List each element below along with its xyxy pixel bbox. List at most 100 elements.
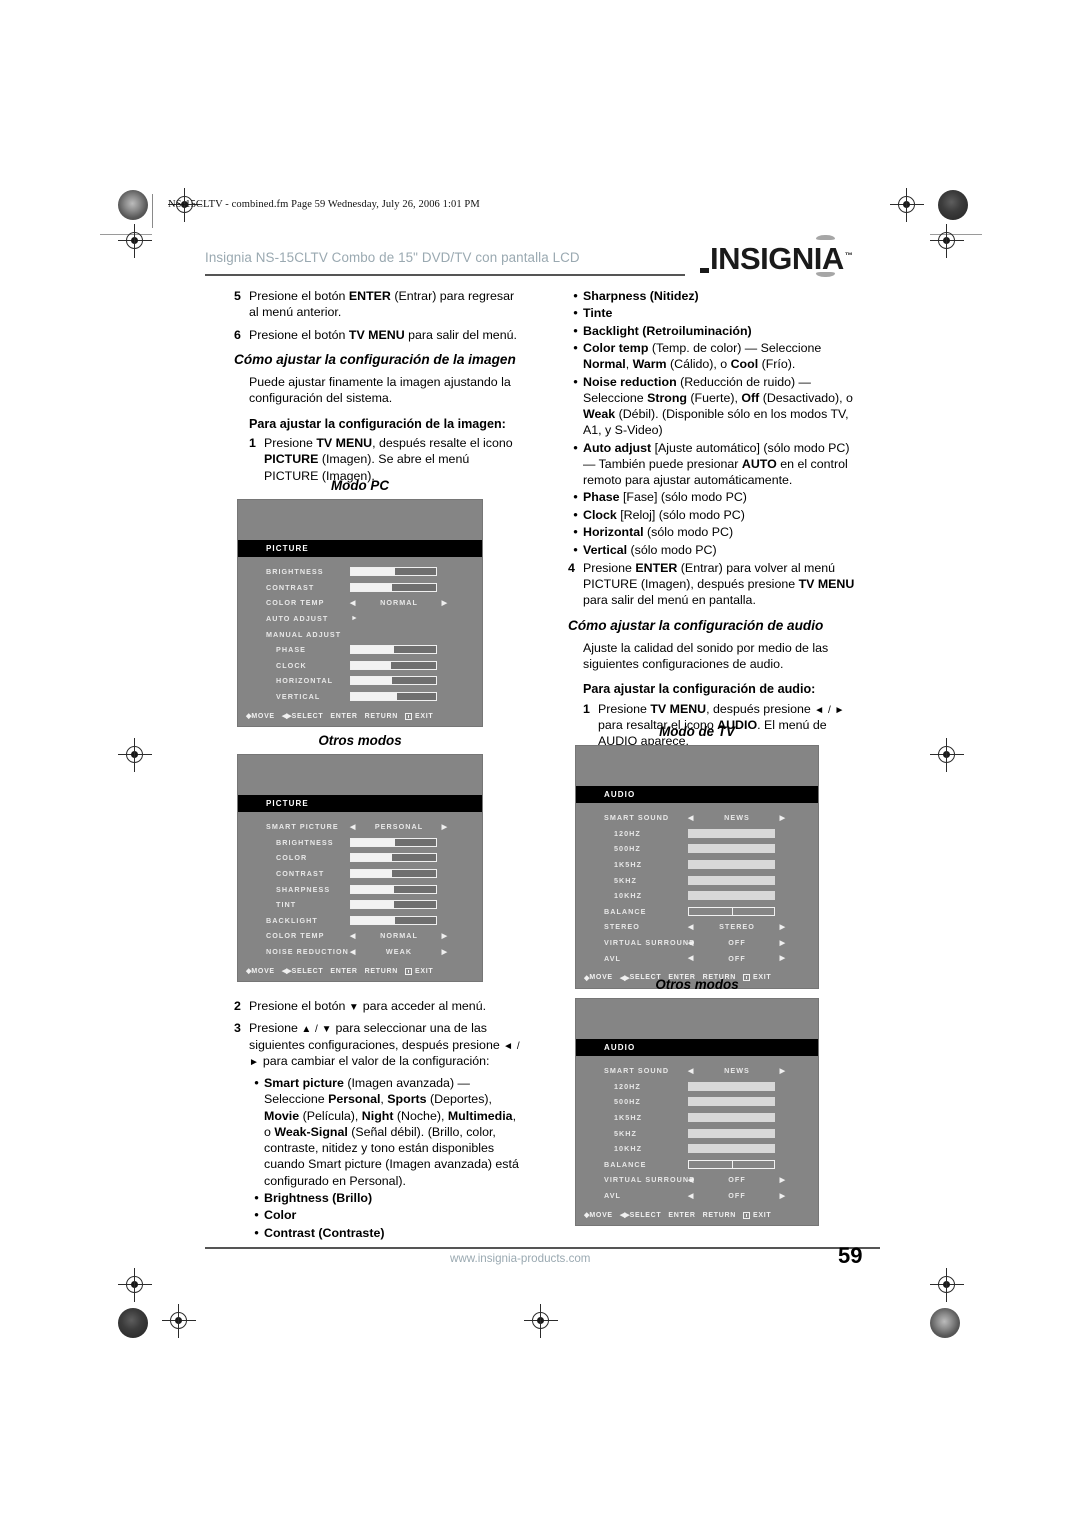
osd-row-control[interactable]: [688, 1128, 818, 1138]
osd-row-control[interactable]: [350, 915, 482, 925]
osd-menu-row[interactable]: NOISE REDUCTION ◀ WEAK ▶: [238, 944, 482, 960]
osd-row-control[interactable]: [350, 660, 482, 670]
right-arrow-icon[interactable]: ▶: [780, 1176, 786, 1184]
osd-option-selector[interactable]: ◀ NORMAL ▶: [350, 598, 448, 607]
osd-row-control[interactable]: [688, 828, 818, 838]
osd-row-control[interactable]: ◀ NORMAL ▶: [350, 598, 482, 607]
osd-row-control[interactable]: [350, 692, 482, 702]
right-arrow-icon[interactable]: ▶: [780, 1067, 786, 1075]
osd-row-control[interactable]: [688, 875, 818, 885]
osd-menu-row[interactable]: AUTO ADJUST ►: [238, 611, 482, 627]
right-arrow-icon[interactable]: ▶: [780, 1192, 786, 1200]
osd-menu-row[interactable]: 5KHZ: [576, 872, 818, 888]
osd-footer-item[interactable]: EXIT: [405, 967, 433, 975]
osd-slider[interactable]: [350, 692, 437, 702]
osd-menu-row[interactable]: 5KHZ: [576, 1125, 818, 1141]
osd-eq-bar[interactable]: [688, 875, 775, 885]
osd-menu-row[interactable]: HORIZONTAL: [238, 673, 482, 689]
osd-footer-item[interactable]: RETURN: [365, 713, 398, 720]
osd-slider[interactable]: [350, 582, 437, 592]
osd-row-control[interactable]: ◀ OFF ▶: [688, 954, 818, 963]
osd-row-control[interactable]: ◀ OFF ▶: [688, 1175, 818, 1184]
osd-option-selector[interactable]: ◀ OFF ▶: [688, 938, 786, 947]
osd-eq-bar[interactable]: [688, 1081, 775, 1091]
osd-row-control[interactable]: ◀ OFF ▶: [688, 938, 818, 947]
osd-row-control[interactable]: [350, 869, 482, 879]
osd-eq-bar[interactable]: [688, 828, 775, 838]
osd-row-control[interactable]: [350, 884, 482, 894]
osd-footer-item[interactable]: ◀▶ SELECT: [282, 712, 324, 721]
osd-menu-row[interactable]: 500HZ: [576, 1094, 818, 1110]
osd-menu-row[interactable]: AVL ◀ OFF ▶: [576, 950, 818, 966]
osd-menu-row[interactable]: SMART SOUND ◀ NEWS ▶: [576, 810, 818, 826]
osd-footer-item[interactable]: ◆ MOVE: [246, 967, 275, 976]
osd-menu-row[interactable]: BRIGHTNESS: [238, 835, 482, 851]
osd-menu-row[interactable]: PHASE: [238, 642, 482, 658]
osd-slider[interactable]: [350, 900, 437, 910]
right-arrow-icon[interactable]: ▶: [780, 939, 786, 947]
osd-option-selector[interactable]: ◀ NEWS ▶: [688, 1066, 786, 1075]
osd-footer-item[interactable]: ENTER: [330, 968, 357, 975]
osd-menu-row[interactable]: 500HZ: [576, 841, 818, 857]
osd-footer-item[interactable]: ◀▶ SELECT: [620, 1211, 662, 1220]
osd-slider[interactable]: [350, 915, 437, 925]
osd-footer-item[interactable]: EXIT: [405, 712, 433, 720]
osd-eq-bar[interactable]: [688, 860, 775, 870]
osd-row-control[interactable]: [688, 860, 818, 870]
osd-slider[interactable]: [350, 853, 437, 863]
osd-footer-item[interactable]: RETURN: [365, 968, 398, 975]
right-arrow-icon[interactable]: ▶: [442, 599, 448, 607]
right-arrow-icon[interactable]: ▶: [780, 954, 786, 962]
osd-menu-row[interactable]: 10KHZ: [576, 888, 818, 904]
osd-option-selector[interactable]: ◀ NORMAL ▶: [350, 931, 448, 940]
osd-row-control[interactable]: [688, 1113, 818, 1123]
osd-option-selector[interactable]: ◀ OFF ▶: [688, 1175, 786, 1184]
osd-slider[interactable]: [350, 645, 437, 655]
right-arrow-icon[interactable]: ▶: [442, 823, 448, 831]
osd-footer-item[interactable]: EXIT: [743, 1211, 771, 1219]
osd-row-control[interactable]: [350, 676, 482, 686]
osd-menu-row[interactable]: AVL ◀ OFF ▶: [576, 1188, 818, 1204]
osd-option-selector[interactable]: ◀ OFF ▶: [688, 954, 786, 963]
osd-row-control[interactable]: [350, 837, 482, 847]
osd-eq-bar[interactable]: [688, 1113, 775, 1123]
osd-menu-row[interactable]: 1K5HZ: [576, 1110, 818, 1126]
osd-menu-row[interactable]: BALANCE: [576, 904, 818, 920]
osd-row-control[interactable]: ◀ NEWS ▶: [688, 813, 818, 822]
osd-menu-row[interactable]: SHARPNESS: [238, 881, 482, 897]
osd-row-control[interactable]: [688, 1159, 818, 1169]
osd-menu-row[interactable]: VIRTUAL SURROUND ◀ OFF ▶: [576, 935, 818, 951]
osd-menu-row[interactable]: CLOCK: [238, 658, 482, 674]
osd-footer-item[interactable]: ◆ MOVE: [584, 1211, 613, 1220]
osd-menu-row[interactable]: CONTRAST: [238, 866, 482, 882]
osd-menu-row[interactable]: BACKLIGHT: [238, 913, 482, 929]
osd-row-control[interactable]: [350, 645, 482, 655]
osd-menu-row[interactable]: VIRTUAL SURROUND ◀ OFF ▶: [576, 1172, 818, 1188]
osd-menu-row[interactable]: BRIGHTNESS: [238, 564, 482, 580]
right-arrow-icon[interactable]: ►: [350, 615, 359, 622]
osd-row-control[interactable]: ◀ STEREO ▶: [688, 922, 818, 931]
osd-balance-slider[interactable]: [688, 906, 775, 916]
osd-menu-row[interactable]: VERTICAL: [238, 689, 482, 705]
osd-option-selector[interactable]: ◀ PERSONAL ▶: [350, 822, 448, 831]
osd-row-control[interactable]: ◀ NEWS ▶: [688, 1066, 818, 1075]
osd-row-control[interactable]: [688, 1081, 818, 1091]
osd-slider[interactable]: [350, 567, 437, 577]
osd-option-selector[interactable]: ◀ STEREO ▶: [688, 922, 786, 931]
osd-menu-row[interactable]: 120HZ: [576, 1079, 818, 1095]
osd-footer-item[interactable]: ◀▶ SELECT: [282, 967, 324, 976]
osd-row-control[interactable]: [688, 844, 818, 854]
osd-option-selector[interactable]: ◀ WEAK ▶: [350, 947, 448, 956]
osd-eq-bar[interactable]: [688, 1097, 775, 1107]
osd-row-control[interactable]: [350, 567, 482, 577]
osd-option-selector[interactable]: ◀ OFF ▶: [688, 1191, 786, 1200]
osd-menu-row[interactable]: SMART SOUND ◀ NEWS ▶: [576, 1063, 818, 1079]
osd-footer-item[interactable]: ◆ MOVE: [246, 712, 275, 721]
osd-slider[interactable]: [350, 660, 437, 670]
osd-footer-item[interactable]: ENTER: [668, 1212, 695, 1219]
osd-menu-row[interactable]: CONTRAST: [238, 580, 482, 596]
osd-row-control[interactable]: ◀ PERSONAL ▶: [350, 822, 482, 831]
osd-eq-bar[interactable]: [688, 891, 775, 901]
osd-row-control[interactable]: [688, 891, 818, 901]
osd-menu-row[interactable]: COLOR TEMP ◀ NORMAL ▶: [238, 928, 482, 944]
